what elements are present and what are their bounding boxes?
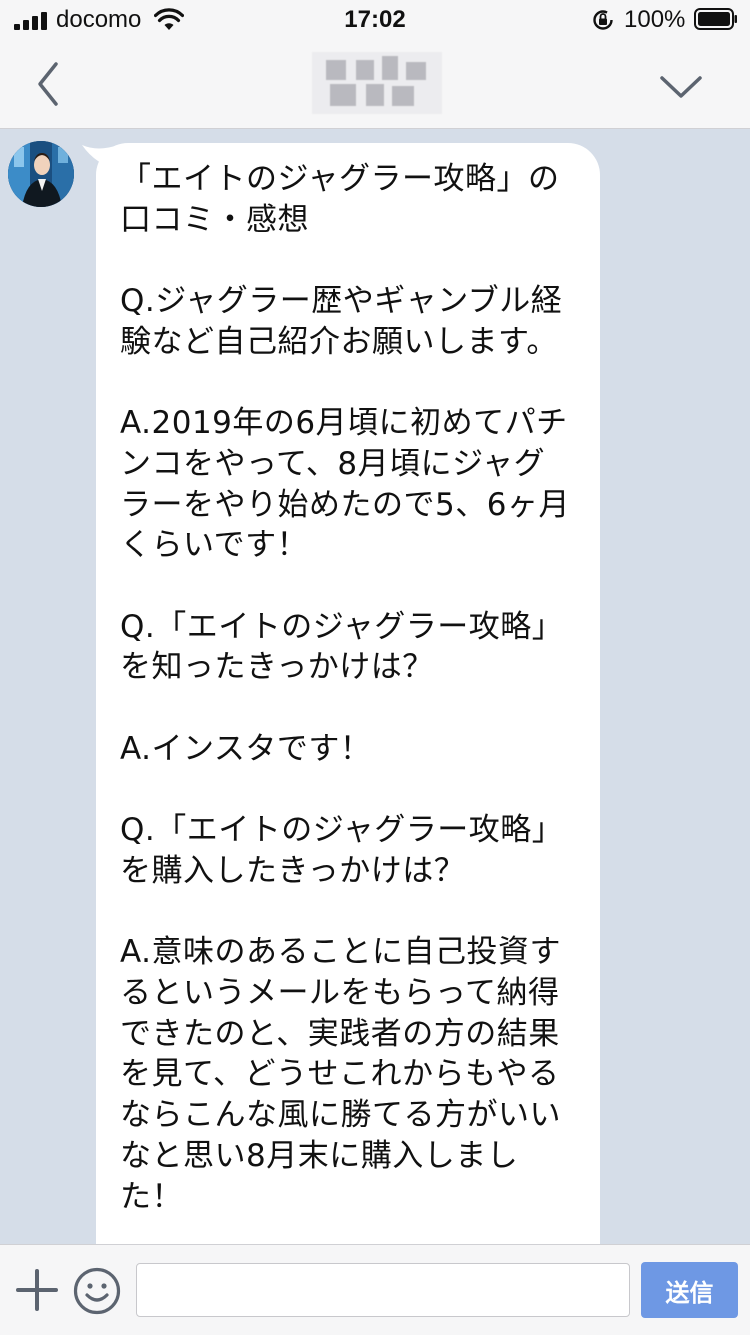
avatar[interactable]: [8, 141, 74, 207]
profile-photo: [8, 141, 74, 207]
message-bubble[interactable]: 「エイトのジャグラー攻略」の 口コミ・感想 Q.ジャグラー歴やギャンブル経 験な…: [96, 143, 600, 1244]
smiley-icon: [73, 1267, 121, 1315]
plus-button[interactable]: [14, 1267, 60, 1313]
back-button[interactable]: [20, 58, 74, 112]
plus-icon: [16, 1269, 58, 1311]
send-button[interactable]: 送信: [641, 1262, 738, 1318]
message-text: 「エイトのジャグラー攻略」の 口コミ・感想 Q.ジャグラー歴やギャンブル経 験な…: [120, 161, 570, 1215]
chat-menu-dropdown-button[interactable]: [656, 62, 706, 112]
chat-header: [0, 40, 750, 129]
chat-title-obscured: [312, 52, 442, 114]
battery-icon: [694, 8, 737, 30]
emoji-button[interactable]: [72, 1266, 122, 1316]
battery-percentage: 100%: [624, 6, 686, 33]
message-input-bar: 送信: [0, 1244, 750, 1335]
chat-messages-area[interactable]: 「エイトのジャグラー攻略」の 口コミ・感想 Q.ジャグラー歴やギャンブル経 験な…: [0, 129, 750, 1244]
message-input[interactable]: [136, 1263, 630, 1317]
chevron-left-icon: [38, 62, 58, 106]
chevron-down-icon: [660, 76, 702, 98]
rotation-lock-icon: [593, 10, 613, 30]
status-bar: docomo 17:02 100%: [0, 0, 750, 40]
